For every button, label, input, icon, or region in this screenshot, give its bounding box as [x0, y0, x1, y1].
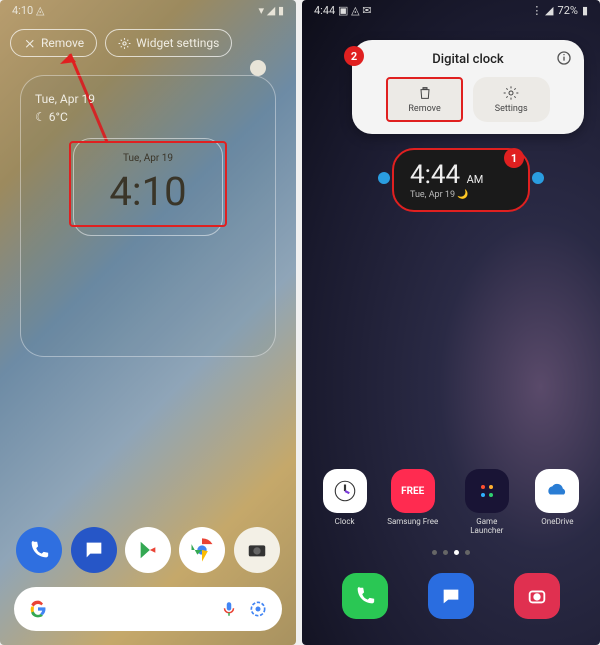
phone-icon [354, 585, 376, 607]
widget-date: Tue, Apr 19 🌙 [410, 190, 512, 200]
clock-widget[interactable]: Tue, Apr 19 4:10 [73, 138, 223, 236]
clock-icon [332, 478, 358, 504]
status-time: 4:44 ▣ ◬ ✉ [314, 4, 371, 17]
chrome-icon [188, 536, 216, 564]
onedrive-app[interactable]: OneDrive [535, 469, 579, 535]
phone-app[interactable] [342, 573, 388, 619]
close-icon [23, 37, 36, 50]
game-icon [475, 479, 499, 503]
widget-edit-toolbar: Remove Widget settings [0, 21, 296, 65]
camera-icon [246, 539, 268, 561]
weather-temp: ☾ 6°C [35, 108, 261, 126]
popup-remove-button[interactable]: Remove [386, 77, 462, 122]
message-icon [83, 539, 105, 561]
clock-time: 4:10 [74, 168, 222, 215]
messages-app[interactable] [428, 573, 474, 619]
remove-label: Remove [41, 36, 84, 50]
dock [0, 527, 296, 573]
google-icon [28, 599, 48, 619]
trash-icon [417, 85, 433, 101]
resize-handle-right[interactable] [532, 172, 544, 184]
widget-time: 4:44 AM [410, 160, 512, 190]
popup-remove-label: Remove [408, 104, 440, 114]
dock [302, 573, 600, 619]
play-store-app[interactable] [125, 527, 171, 573]
gear-icon [118, 37, 131, 50]
resize-handle-left[interactable] [378, 172, 390, 184]
chrome-app[interactable] [179, 527, 225, 573]
message-icon [440, 585, 462, 607]
game-launcher-app[interactable]: Game Launcher [459, 469, 515, 535]
widget-settings-label: Widget settings [136, 36, 219, 50]
phone-app[interactable] [16, 527, 62, 573]
widget-selection-frame[interactable]: Tue, Apr 19 ☾ 6°C Tue, Apr 19 4:10 [20, 75, 276, 357]
clock-date: Tue, Apr 19 [74, 153, 222, 164]
clock-app[interactable]: Clock [323, 469, 367, 535]
popup-settings-button[interactable]: Settings [473, 77, 550, 122]
mic-icon[interactable] [220, 600, 238, 618]
lens-icon[interactable] [248, 599, 268, 619]
status-icons: ▾ ◢ ▮ [259, 4, 285, 17]
phone-icon [28, 539, 50, 561]
annotation-badge-1: 1 [504, 148, 524, 168]
popup-title: Digital clock [364, 50, 572, 77]
search-bar[interactable] [14, 587, 282, 631]
samsung-screen: 4:44 ▣ ◬ ✉ ⋮ ◢ 72%▮ Digital clock Remove… [302, 0, 600, 645]
remove-button[interactable]: Remove [10, 29, 97, 57]
camera-app[interactable] [234, 527, 280, 573]
status-bar: 4:10 ◬ ▾ ◢ ▮ [0, 0, 296, 21]
free-icon: FREE [391, 469, 435, 513]
status-time: 4:10 ◬ [12, 4, 44, 17]
cloud-icon [543, 477, 571, 505]
messages-app[interactable] [71, 527, 117, 573]
camera-app[interactable] [514, 573, 560, 619]
play-icon [137, 539, 159, 561]
widget-context-menu: Digital clock Remove Settings [352, 40, 584, 134]
page-indicator[interactable] [302, 550, 600, 555]
weather-widget[interactable]: Tue, Apr 19 ☾ 6°C [35, 90, 261, 126]
weather-date: Tue, Apr 19 [35, 90, 261, 108]
resize-handle[interactable] [250, 60, 266, 76]
app-row: Clock FREE Samsung Free Game Launcher On… [302, 469, 600, 535]
samsung-free-app[interactable]: FREE Samsung Free [387, 469, 438, 535]
status-icons: ⋮ ◢ 72%▮ [531, 4, 588, 17]
pixel-screen: 4:10 ◬ ▾ ◢ ▮ Remove Widget settings Tue,… [0, 0, 296, 645]
info-icon[interactable] [556, 50, 572, 66]
camera-icon [526, 585, 548, 607]
gear-icon [503, 85, 519, 101]
popup-settings-label: Settings [495, 104, 528, 114]
widget-settings-button[interactable]: Widget settings [105, 29, 232, 57]
status-bar: 4:44 ▣ ◬ ✉ ⋮ ◢ 72%▮ [302, 0, 600, 21]
annotation-badge-2: 2 [344, 46, 364, 66]
